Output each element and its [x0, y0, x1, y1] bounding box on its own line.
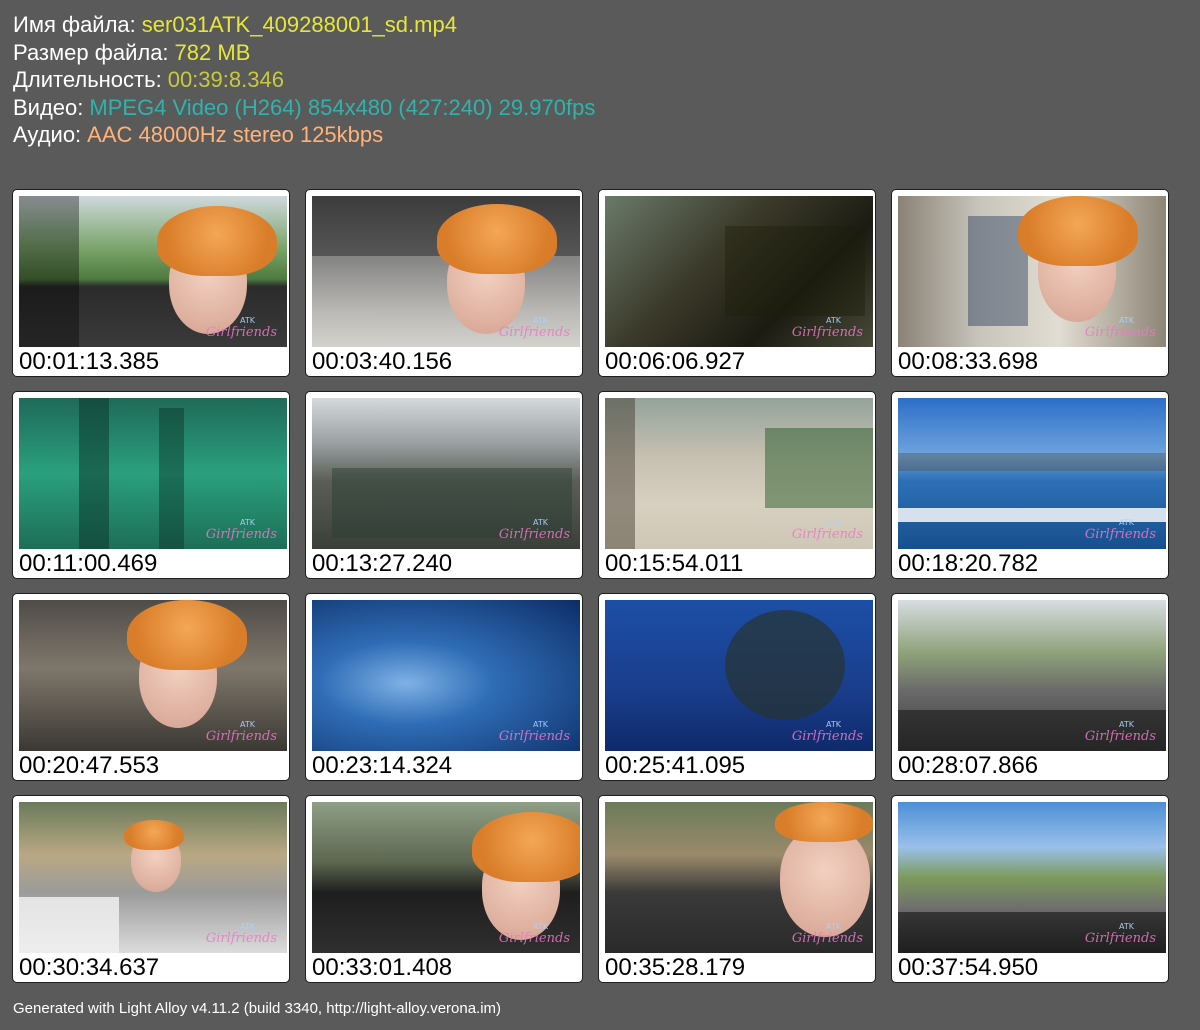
watermark: ATK Girlfriends [791, 518, 863, 542]
generator-footer: Generated with Light Alloy v4.11.2 (buil… [13, 1000, 502, 1017]
thumbnail-image: ATK Girlfriends [898, 802, 1166, 953]
duration-line: Длительность: 00:39:8.346 [13, 66, 595, 94]
thumbnail-image: ATK Girlfriends [605, 398, 873, 549]
file-name-label: Имя файла: [13, 12, 136, 37]
watermark: ATK Girlfriends [498, 316, 570, 340]
file-size-line: Размер файла: 782 MB [13, 39, 595, 67]
thumbnail-image: ATK Girlfriends [19, 196, 287, 347]
thumbnail-image: ATK Girlfriends [312, 398, 580, 549]
audio-value: AAC 48000Hz stereo 125kbps [87, 122, 384, 147]
file-name-line: Имя файла: ser031ATK_409288001_sd.mp4 [13, 11, 595, 39]
timestamp: 00:20:47.553 [19, 752, 160, 779]
timestamp: 00:25:41.095 [605, 752, 746, 779]
thumbnail-image: ATK Girlfriends [312, 600, 580, 751]
timestamp: 00:08:33.698 [898, 348, 1039, 375]
thumbnail-image: ATK Girlfriends [898, 398, 1166, 549]
thumbnail-image: ATK Girlfriends [312, 802, 580, 953]
timestamp: 00:06:06.927 [605, 348, 746, 375]
thumbnail-image: ATK Girlfriends [19, 398, 287, 549]
watermark: ATK Girlfriends [498, 922, 570, 946]
thumbnail-image: ATK Girlfriends [19, 600, 287, 751]
video-value: MPEG4 Video (H264) 854x480 (427:240) 29.… [89, 94, 596, 120]
timestamp: 00:03:40.156 [312, 348, 453, 375]
thumbnail-13[interactable]: ATK Girlfriends 00:30:34.637 [12, 795, 290, 983]
timestamp: 00:23:14.324 [312, 752, 453, 779]
thumbnail-16[interactable]: ATK Girlfriends 00:37:54.950 [891, 795, 1169, 983]
watermark: ATK Girlfriends [1084, 518, 1156, 542]
thumbnail-image: ATK Girlfriends [312, 196, 580, 347]
thumbnail-15[interactable]: ATK Girlfriends 00:35:28.179 [598, 795, 876, 983]
thumbnail-11[interactable]: ATK Girlfriends 00:25:41.095 [598, 593, 876, 781]
timestamp: 00:18:20.782 [898, 550, 1039, 577]
watermark: ATK Girlfriends [1084, 316, 1156, 340]
thumbnail-8[interactable]: ATK Girlfriends 00:18:20.782 [891, 391, 1169, 579]
file-size-label: Размер файла: [13, 39, 169, 65]
watermark: ATK Girlfriends [205, 518, 277, 542]
thumbnail-1[interactable]: ATK Girlfriends 00:01:13.385 [12, 189, 290, 377]
duration-value: 00:39:8.346 [167, 67, 284, 92]
thumbnail-12[interactable]: ATK Girlfriends 00:28:07.866 [891, 593, 1169, 781]
duration-label: Длительность: [13, 67, 162, 92]
timestamp: 00:11:00.469 [19, 550, 158, 577]
watermark: ATK Girlfriends [498, 720, 570, 744]
timestamp: 00:01:13.385 [19, 348, 160, 375]
thumbnail-4[interactable]: ATK Girlfriends 00:08:33.698 [891, 189, 1169, 377]
video-label: Видео: [13, 94, 84, 120]
timestamp: 00:33:01.408 [312, 954, 453, 981]
thumbnail-3[interactable]: ATK Girlfriends 00:06:06.927 [598, 189, 876, 377]
watermark: ATK Girlfriends [498, 518, 570, 542]
watermark: ATK Girlfriends [791, 922, 863, 946]
thumbnail-5[interactable]: ATK Girlfriends 00:11:00.469 [12, 391, 290, 579]
watermark: ATK Girlfriends [205, 922, 277, 946]
thumbnail-image: ATK Girlfriends [605, 802, 873, 953]
timestamp: 00:35:28.179 [605, 954, 746, 981]
thumbnail-14[interactable]: ATK Girlfriends 00:33:01.408 [305, 795, 583, 983]
thumbnail-image: ATK Girlfriends [898, 600, 1166, 751]
thumbnail-image: ATK Girlfriends [605, 600, 873, 751]
thumbnail-10[interactable]: ATK Girlfriends 00:23:14.324 [305, 593, 583, 781]
thumbnail-2[interactable]: ATK Girlfriends 00:03:40.156 [305, 189, 583, 377]
video-line: Видео: MPEG4 Video (H264) 854x480 (427:24… [13, 94, 595, 122]
timestamp: 00:37:54.950 [898, 954, 1039, 981]
thumbnail-image: ATK Girlfriends [605, 196, 873, 347]
audio-label: Аудио: [13, 122, 82, 147]
audio-line: Аудио: AAC 48000Hz stereo 125kbps [13, 121, 595, 149]
watermark: ATK Girlfriends [791, 316, 863, 340]
file-info-panel: Имя файла: ser031ATK_409288001_sd.mp4 Раз… [13, 11, 595, 149]
watermark: ATK Girlfriends [205, 720, 277, 744]
thumbnail-6[interactable]: ATK Girlfriends 00:13:27.240 [305, 391, 583, 579]
thumbnail-9[interactable]: ATK Girlfriends 00:20:47.553 [12, 593, 290, 781]
thumbnail-image: ATK Girlfriends [19, 802, 287, 953]
watermark: ATK Girlfriends [205, 316, 277, 340]
thumbnail-image: ATK Girlfriends [898, 196, 1166, 347]
file-name-value: ser031ATK_409288001_sd.mp4 [141, 12, 457, 37]
timestamp: 00:30:34.637 [19, 954, 160, 981]
watermark: ATK Girlfriends [791, 720, 863, 744]
thumbnail-7[interactable]: ATK Girlfriends 00:15:54.011 [598, 391, 876, 579]
timestamp: 00:28:07.866 [898, 752, 1039, 779]
watermark: ATK Girlfriends [1084, 922, 1156, 946]
timestamp: 00:15:54.011 [605, 550, 744, 577]
timestamp: 00:13:27.240 [312, 550, 453, 577]
watermark: ATK Girlfriends [1084, 720, 1156, 744]
file-size-value: 782 MB [174, 39, 251, 65]
